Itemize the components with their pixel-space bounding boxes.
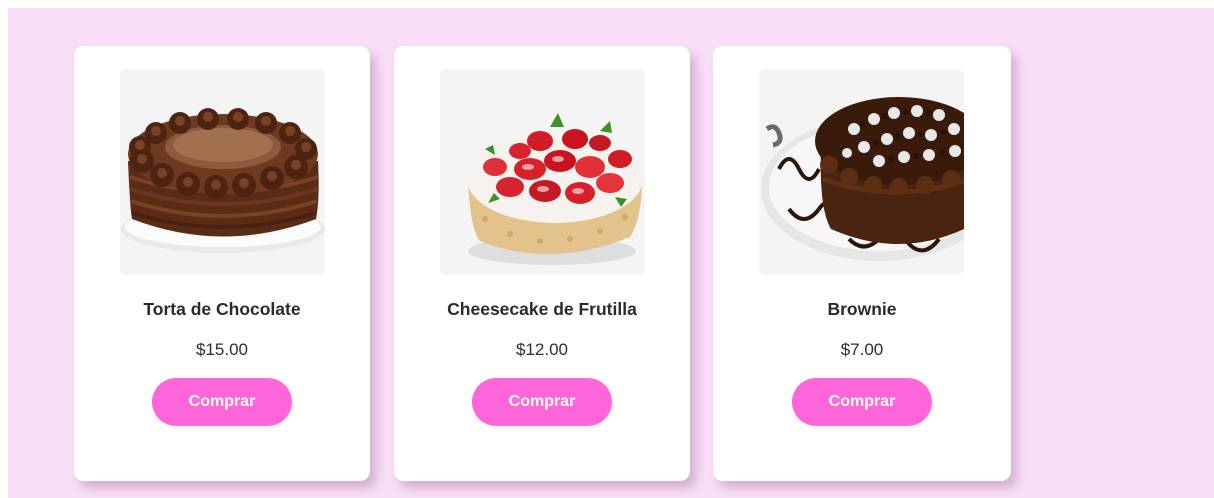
product-name: Cheesecake de Frutilla — [447, 299, 637, 319]
buy-button[interactable]: Comprar — [792, 378, 932, 426]
product-price: $12.00 — [516, 340, 568, 359]
product-card: Torta de Chocolate $15.00 Comprar — [74, 46, 370, 481]
product-name: Torta de Chocolate — [143, 299, 301, 319]
product-price: $15.00 — [196, 340, 248, 359]
strawberry-cheesecake-image — [440, 69, 645, 275]
product-name: Brownie — [827, 299, 897, 319]
product-gallery: Torta de Chocolate $15.00 Comprar Cheese… — [8, 8, 1214, 498]
product-card: Cheesecake de Frutilla $12.00 Comprar — [394, 46, 690, 481]
product-card: Brownie $7.00 Comprar — [713, 46, 1011, 481]
buy-button[interactable]: Comprar — [152, 378, 292, 426]
brownie-image — [759, 69, 964, 275]
chocolate-cake-image — [120, 69, 325, 275]
buy-button[interactable]: Comprar — [472, 378, 612, 426]
product-price: $7.00 — [840, 340, 884, 359]
